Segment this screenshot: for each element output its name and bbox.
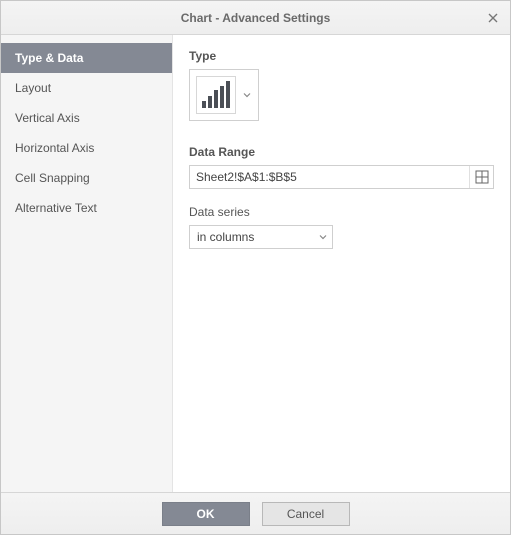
data-range-field (189, 165, 494, 189)
ok-button-label: OK (197, 507, 215, 521)
sidebar: Type & Data Layout Vertical Axis Horizon… (1, 35, 173, 492)
cancel-button[interactable]: Cancel (262, 502, 350, 526)
select-range-icon (475, 170, 489, 184)
sidebar-item-type-data[interactable]: Type & Data (1, 43, 172, 73)
close-button[interactable] (484, 9, 502, 27)
chart-type-picker[interactable] (189, 69, 259, 121)
sidebar-item-alternative-text[interactable]: Alternative Text (1, 193, 172, 223)
dialog: Chart - Advanced Settings Type & Data La… (0, 0, 511, 535)
data-series-section: Data series in columns (189, 205, 494, 249)
data-range-section: Data Range (189, 145, 494, 189)
column-chart-icon (202, 81, 230, 108)
data-range-input[interactable] (190, 166, 469, 188)
sidebar-item-horizontal-axis[interactable]: Horizontal Axis (1, 133, 172, 163)
titlebar: Chart - Advanced Settings (1, 1, 510, 35)
sidebar-item-label: Alternative Text (15, 201, 97, 215)
type-label: Type (189, 49, 494, 63)
close-icon (487, 12, 499, 24)
data-series-select[interactable]: in columns (189, 225, 333, 249)
data-range-label: Data Range (189, 145, 494, 159)
chevron-down-icon (242, 91, 252, 99)
sidebar-item-label: Vertical Axis (15, 111, 80, 125)
sidebar-item-layout[interactable]: Layout (1, 73, 172, 103)
content-panel: Type Data Range (173, 35, 510, 492)
data-series-value: in columns (190, 226, 332, 248)
sidebar-item-label: Layout (15, 81, 51, 95)
sidebar-item-vertical-axis[interactable]: Vertical Axis (1, 103, 172, 133)
data-series-label: Data series (189, 205, 494, 219)
dialog-title: Chart - Advanced Settings (181, 11, 331, 25)
sidebar-item-label: Type & Data (15, 51, 83, 65)
cancel-button-label: Cancel (287, 507, 324, 521)
chevron-down-icon (319, 230, 327, 244)
chart-type-thumbnail (196, 76, 236, 114)
dialog-body: Type & Data Layout Vertical Axis Horizon… (1, 35, 510, 492)
sidebar-item-label: Cell Snapping (15, 171, 90, 185)
ok-button[interactable]: OK (162, 502, 250, 526)
sidebar-item-label: Horizontal Axis (15, 141, 94, 155)
select-range-button[interactable] (469, 166, 493, 188)
type-section: Type (189, 49, 494, 145)
sidebar-item-cell-snapping[interactable]: Cell Snapping (1, 163, 172, 193)
dialog-footer: OK Cancel (1, 492, 510, 534)
